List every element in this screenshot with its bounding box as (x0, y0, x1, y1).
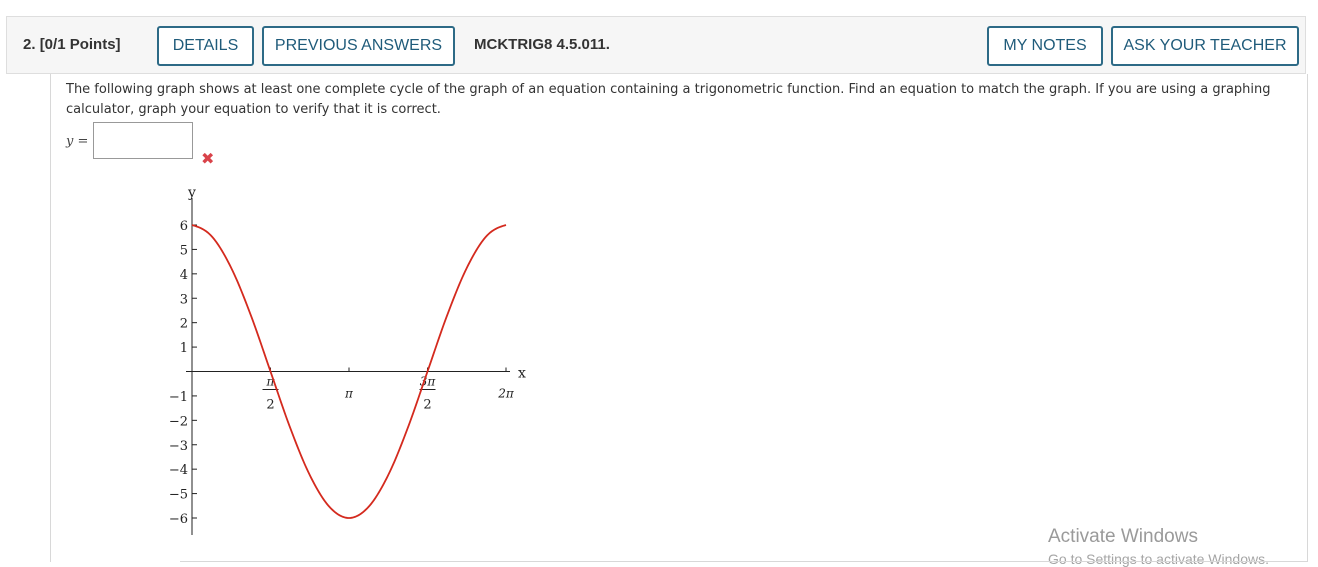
watermark-subtitle: Go to Settings to activate Windows. (1048, 551, 1269, 567)
y-tick-label: 1 (180, 341, 188, 356)
question-prompt: The following graph shows at least one c… (66, 82, 1271, 117)
y-tick-label: −5 (169, 488, 188, 503)
previous-answers-button[interactable]: PREVIOUS ANSWERS (262, 26, 455, 66)
x-tick-label: π (344, 387, 354, 401)
x-tick-label-den: 2 (266, 398, 274, 413)
question-header: 2. [0/1 Points] DETAILS PREVIOUS ANSWERS… (6, 16, 1306, 74)
x-axis-label: x (518, 366, 526, 382)
y-tick-label: 4 (180, 268, 188, 283)
graph: x y 6 5 4 3 2 1 −1 −2 −3 −4 −5 −6 π 2 π 3π 2 2π (160, 178, 540, 542)
question-number: 2. [0/1 Points] (23, 36, 121, 53)
y-tick-label: −2 (169, 414, 188, 429)
answer-label: y = (66, 134, 89, 149)
question-points: [0/1 Points] (39, 36, 121, 53)
y-axis-label: y (187, 185, 196, 201)
y-tick-label: −4 (169, 463, 188, 478)
incorrect-x-icon: ✖ (201, 149, 215, 168)
details-button[interactable]: DETAILS (157, 26, 254, 66)
y-tick-label: 6 (180, 219, 188, 234)
watermark-title: Activate Windows (1048, 526, 1198, 547)
x-tick-label: 2π (497, 387, 515, 401)
y-tick-label: −3 (169, 439, 188, 454)
y-tick-label: −6 (169, 512, 188, 527)
question-code: MCKTRIG8 4.5.011. (474, 36, 610, 53)
y-tick-label: −1 (169, 390, 188, 405)
y-tick-label: 3 (180, 292, 188, 307)
ask-teacher-button[interactable]: ASK YOUR TEACHER (1111, 26, 1299, 66)
answer-input[interactable] (93, 122, 193, 159)
y-tick-label: 5 (180, 243, 188, 258)
my-notes-button[interactable]: MY NOTES (987, 26, 1103, 66)
trig-graph: xy654321−1−2−3−4−5−6π2π3π22π (169, 185, 526, 535)
x-tick-label-den: 2 (423, 398, 431, 413)
y-tick-label: 2 (180, 317, 188, 332)
